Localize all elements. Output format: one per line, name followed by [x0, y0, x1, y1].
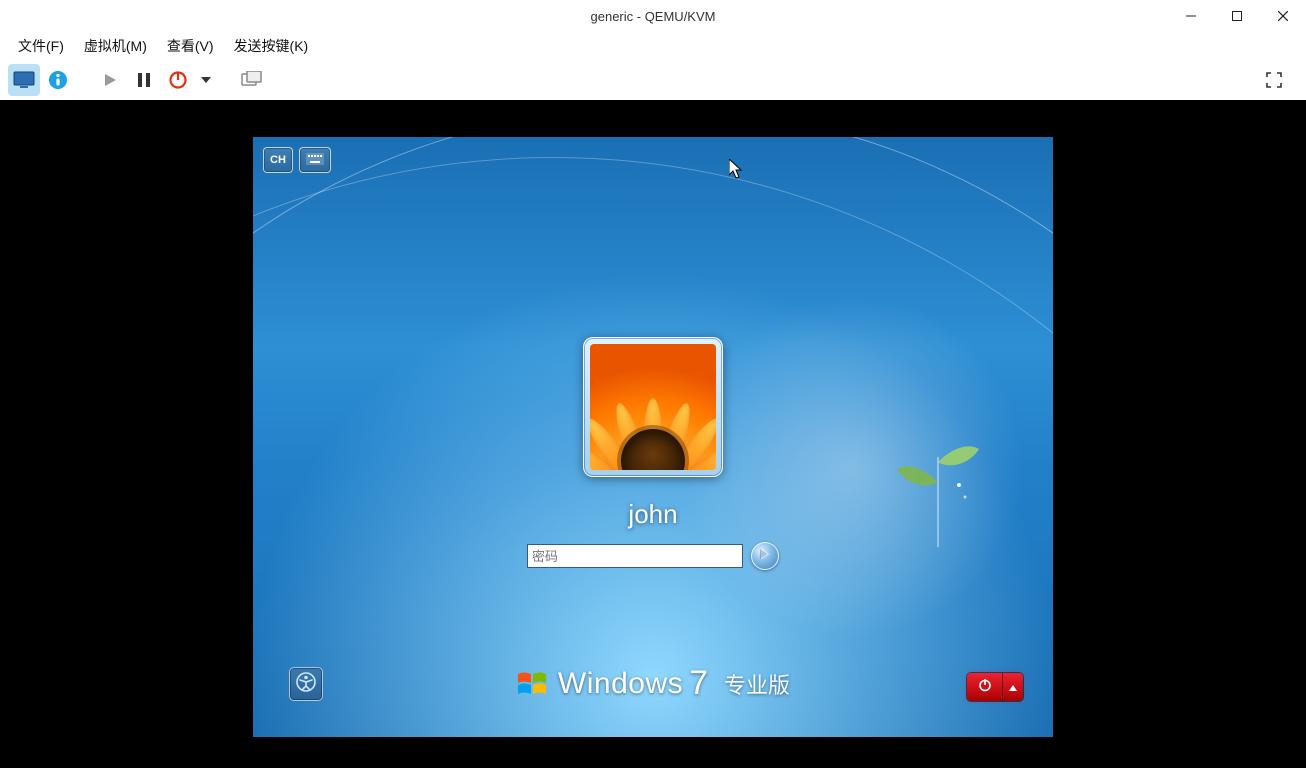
username-label: john [628, 499, 677, 530]
play-icon [103, 73, 117, 87]
flower-icon [590, 344, 716, 470]
toolbar-console-button[interactable] [8, 64, 40, 96]
fullscreen-icon [1266, 72, 1282, 88]
password-input[interactable] [527, 544, 743, 568]
chevron-up-icon [1009, 678, 1017, 696]
ease-of-access-button[interactable] [289, 667, 323, 701]
window-maximize-button[interactable] [1214, 0, 1260, 32]
menu-view[interactable]: 查看(V) [157, 34, 224, 58]
menubar: 文件(F) 虚拟机(M) 查看(V) 发送按键(K) [0, 32, 1306, 60]
login-user-tile: john [503, 337, 803, 570]
toolbar-shutdown-button[interactable] [162, 64, 194, 96]
submit-login-button[interactable] [751, 542, 779, 570]
toolbar-fullscreen-button[interactable] [1258, 64, 1290, 96]
windows-flag-icon [516, 668, 548, 700]
toolbar [0, 60, 1306, 100]
onscreen-keyboard-button[interactable] [299, 147, 331, 173]
guest-screen[interactable]: CH [253, 137, 1053, 737]
menu-file[interactable]: 文件(F) [8, 34, 74, 58]
toolbar-shutdown-dropdown[interactable] [196, 64, 216, 96]
branding-wordmark: Windows [558, 667, 683, 701]
windows-branding: Windows 7 专业版 [516, 664, 790, 703]
keyboard-icon [306, 153, 324, 168]
branding-version: 7 [689, 664, 708, 703]
toolbar-play-button[interactable] [94, 64, 126, 96]
input-language-label: CH [270, 154, 286, 166]
power-button[interactable] [967, 673, 1003, 701]
decorative-sprout [893, 407, 983, 547]
input-language-button[interactable]: CH [263, 147, 293, 173]
branding-edition: 专业版 [724, 668, 790, 700]
window-close-button[interactable] [1260, 0, 1306, 32]
menu-sendkey[interactable]: 发送按键(K) [224, 34, 319, 58]
power-icon [169, 71, 187, 89]
pause-icon [138, 73, 150, 87]
console-icon [13, 71, 35, 89]
accessibility-icon [295, 671, 317, 698]
avatar-frame [583, 337, 723, 477]
window-title: generic - QEMU/KVM [591, 9, 716, 24]
snapshots-icon [241, 71, 263, 89]
toolbar-pause-button[interactable] [128, 64, 160, 96]
menu-vm[interactable]: 虚拟机(M) [74, 34, 157, 58]
toolbar-snapshots-button[interactable] [236, 64, 268, 96]
window-minimize-button[interactable] [1168, 0, 1214, 32]
arrow-right-icon [758, 547, 772, 566]
info-icon [48, 70, 68, 90]
power-options-button[interactable] [1003, 673, 1023, 701]
toolbar-info-button[interactable] [42, 64, 74, 96]
chevron-down-icon [201, 77, 211, 83]
power-icon [978, 678, 992, 697]
window-titlebar: generic - QEMU/KVM [0, 0, 1306, 32]
vm-viewport: CH [0, 100, 1306, 768]
